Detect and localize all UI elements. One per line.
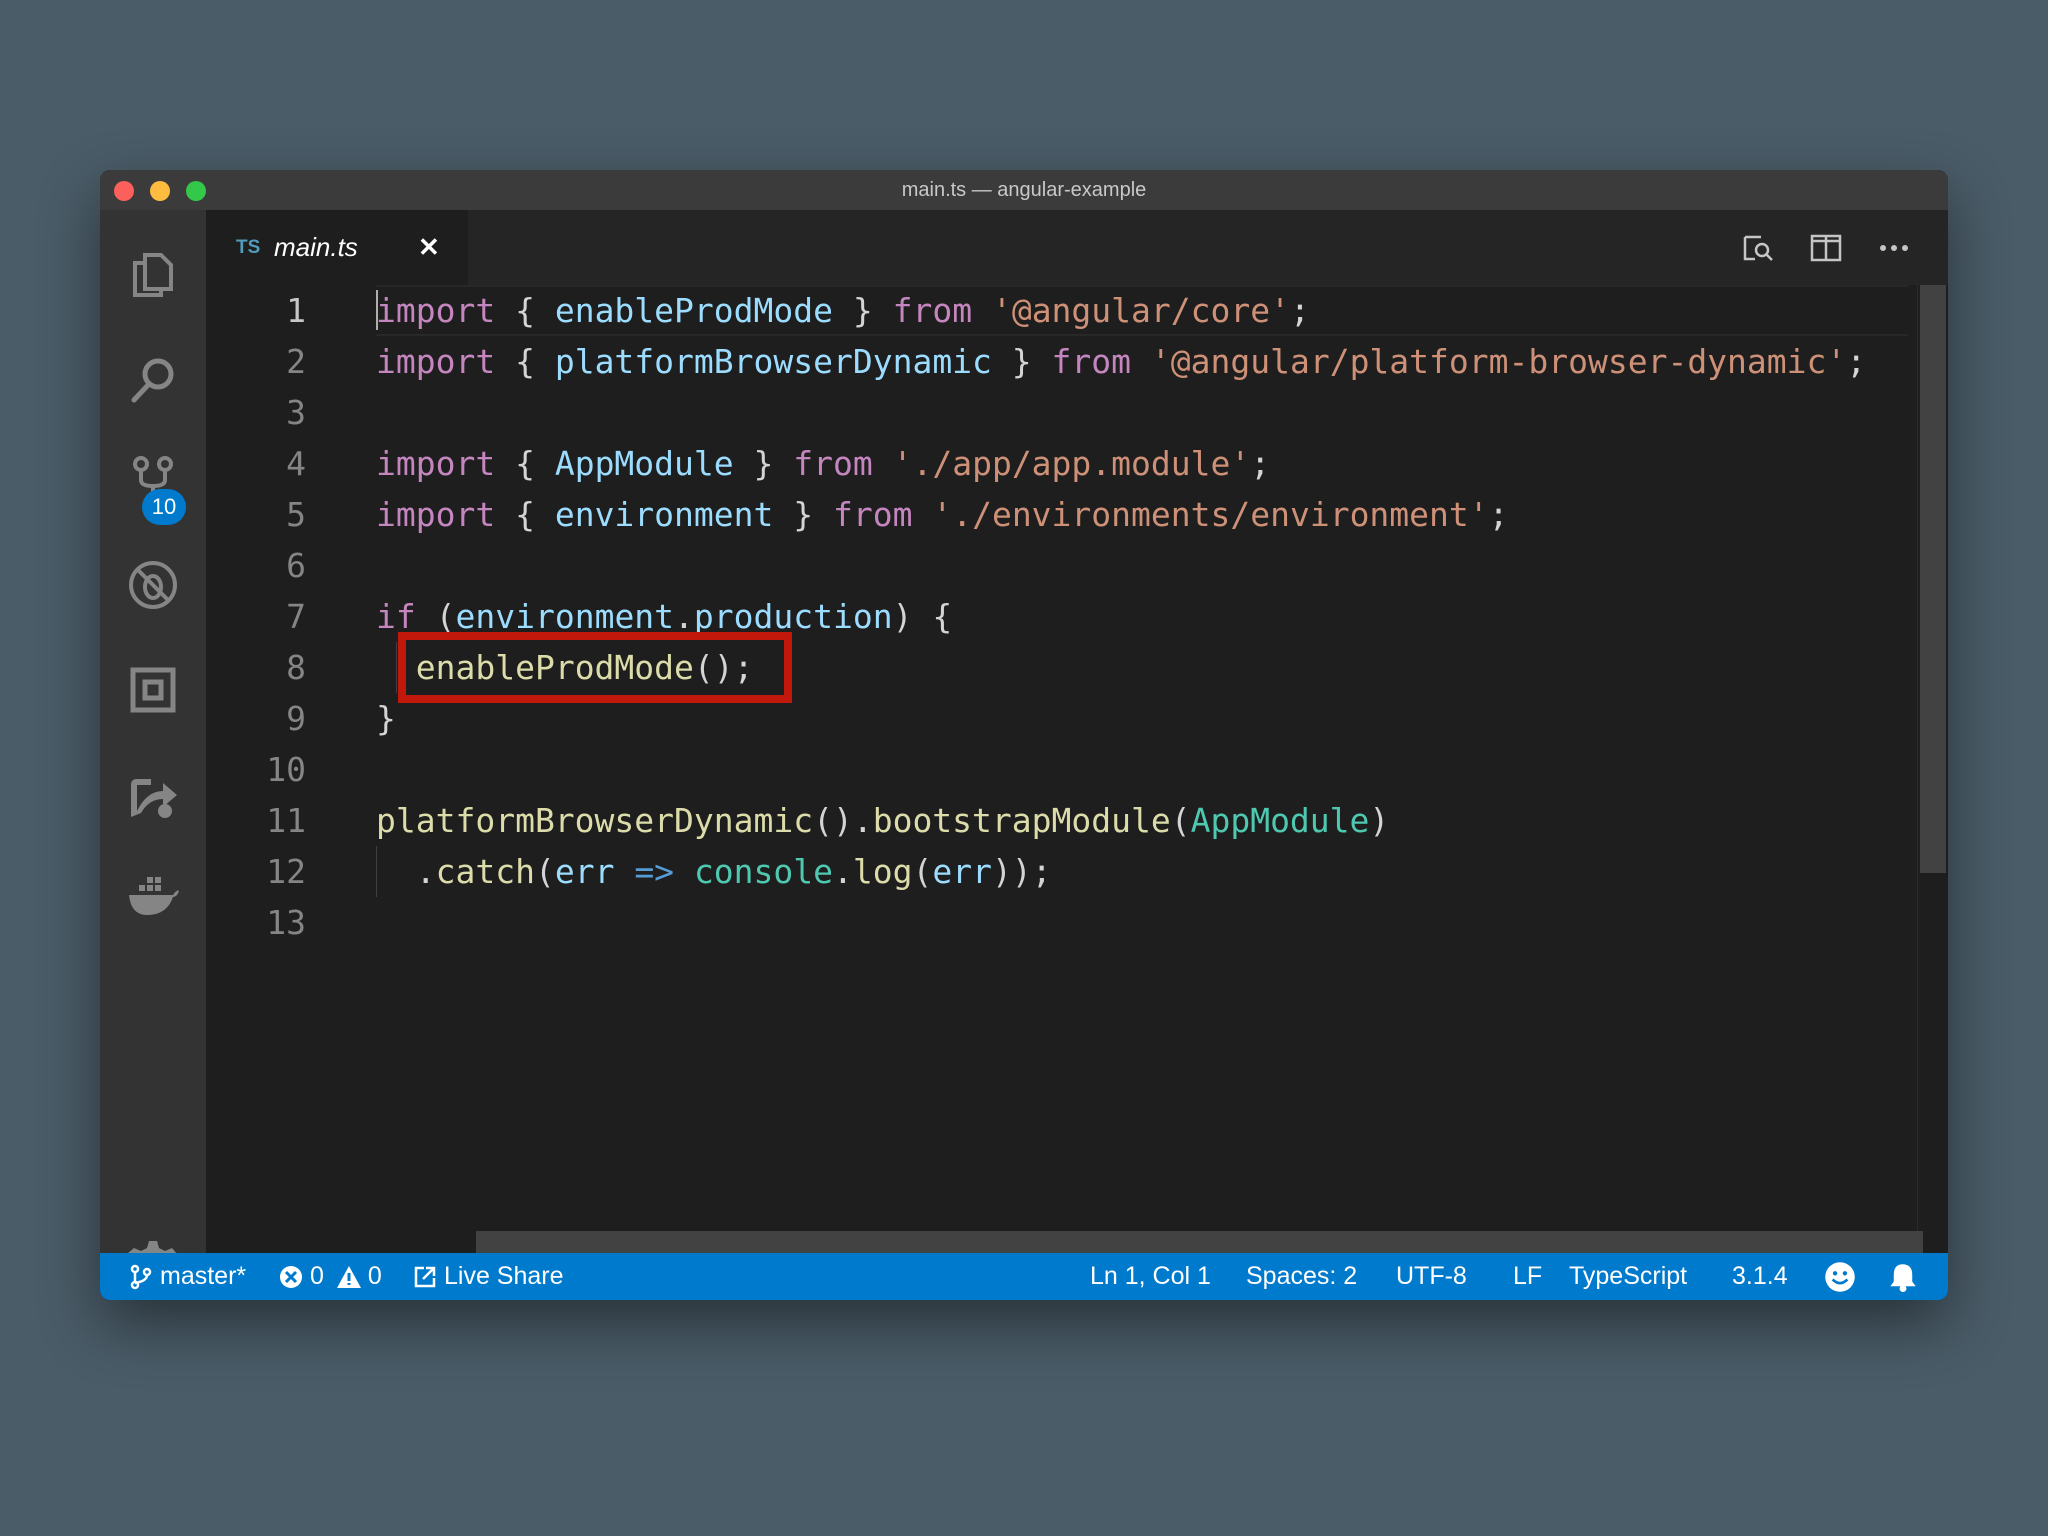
line-number: 3 [286, 393, 306, 432]
feedback-button[interactable] [1824, 1253, 1862, 1300]
debug-icon [129, 561, 177, 609]
code-editor[interactable]: 1 2 3 4 5 6 7 8 9 10 11 12 13 import { e… [206, 285, 1948, 1253]
line-number: 6 [286, 546, 306, 585]
more-actions-button[interactable] [1860, 210, 1928, 285]
smiley-icon [1825, 1261, 1855, 1292]
error-icon [280, 1265, 302, 1288]
extensions-icon [130, 667, 176, 713]
line-number: 12 [266, 852, 306, 891]
close-tab-button[interactable]: ✕ [418, 210, 440, 285]
line-number: 5 [286, 495, 306, 534]
branch-name: master* [160, 1262, 247, 1290]
highlight-box [398, 632, 792, 703]
eol-setting[interactable]: LF [1513, 1253, 1542, 1300]
code-line-5: import { environment } from './environme… [376, 495, 1509, 534]
branch-indicator[interactable]: master* [128, 1253, 246, 1300]
error-count: 0 [310, 1262, 324, 1290]
indentation-setting[interactable]: Spaces: 2 [1246, 1253, 1357, 1300]
notifications-button[interactable] [1888, 1253, 1924, 1300]
live-share-label: Live Share [444, 1262, 564, 1290]
activity-explorer[interactable] [100, 230, 206, 320]
cursor-position[interactable]: Ln 1, Col 1 [1090, 1253, 1211, 1300]
line-number: 13 [266, 903, 306, 942]
language-mode[interactable]: TypeScript [1569, 1253, 1687, 1300]
ellipsis-icon [1880, 244, 1908, 251]
status-bar: master* 0 0 Live Share Ln 1, Col 1 Space… [100, 1253, 1948, 1300]
line-number: 2 [286, 342, 306, 381]
split-editor-button[interactable] [1792, 210, 1860, 285]
vscode-window: main.ts — angular-example 10 TS main.ts … [100, 170, 1948, 1300]
code-line-2: import { platformBrowserDynamic } from '… [376, 342, 1867, 381]
code-line-4: import { AppModule } from './app/app.mod… [376, 444, 1271, 483]
activity-docker[interactable] [100, 850, 206, 940]
line-number: 10 [266, 750, 306, 789]
code-line-1: import { enableProdMode } from '@angular… [376, 291, 1310, 330]
activity-extensions[interactable] [100, 645, 206, 735]
tab-main-ts[interactable]: TS main.ts ✕ [206, 210, 468, 285]
typescript-version[interactable]: 3.1.4 [1732, 1253, 1788, 1300]
typescript-file-icon: TS [236, 237, 261, 258]
line-number: 11 [266, 801, 306, 840]
live-share-icon [131, 779, 177, 818]
activity-live-share[interactable] [100, 750, 206, 840]
git-branch-icon [130, 1264, 152, 1289]
live-share-arrow-icon [414, 1266, 436, 1287]
split-editor-icon [1810, 234, 1842, 261]
vertical-scrollbar[interactable] [1917, 285, 1948, 1253]
preview-search-icon [1743, 235, 1773, 261]
docker-icon [129, 877, 179, 915]
encoding-setting[interactable]: UTF-8 [1396, 1253, 1467, 1300]
code-line-12: .catch(err => console.log(err)); [376, 852, 1052, 891]
line-number: 9 [286, 699, 306, 738]
warning-icon [336, 1265, 361, 1288]
code-area[interactable]: import { enableProdMode } from '@angular… [376, 285, 1908, 1253]
problems-indicator[interactable]: 0 0 [278, 1253, 382, 1300]
warning-count: 0 [367, 1262, 382, 1290]
activity-debug[interactable] [100, 540, 206, 630]
title-bar: main.ts — angular-example [100, 170, 1948, 211]
open-preview-button[interactable] [1724, 210, 1792, 285]
bell-icon [1890, 1263, 1916, 1292]
search-icon [131, 358, 174, 403]
line-number: 8 [286, 648, 306, 687]
tab-label: main.ts [274, 232, 358, 262]
activity-bar: 10 [100, 210, 206, 1293]
live-share-status[interactable]: Live Share [412, 1253, 564, 1300]
code-line-9: } [376, 699, 396, 738]
activity-search[interactable] [100, 335, 206, 425]
horizontal-scrollbar[interactable] [476, 1231, 1923, 1253]
window-title: main.ts — angular-example [901, 179, 1147, 201]
tabs-bar: TS main.ts ✕ [206, 210, 1948, 285]
activity-source-control[interactable]: 10 [100, 435, 206, 525]
line-number: 4 [286, 444, 306, 483]
line-number-gutter: 1 2 3 4 5 6 7 8 9 10 11 12 13 [206, 285, 330, 1253]
vertical-scrollbar-thumb[interactable] [1920, 285, 1946, 873]
source-control-badge: 10 [142, 489, 186, 525]
line-number: 1 [286, 291, 306, 330]
editor-actions [1724, 210, 1928, 285]
files-icon [133, 253, 173, 297]
line-number: 7 [286, 597, 306, 636]
code-line-11: platformBrowserDynamic().bootstrapModule… [376, 801, 1390, 840]
